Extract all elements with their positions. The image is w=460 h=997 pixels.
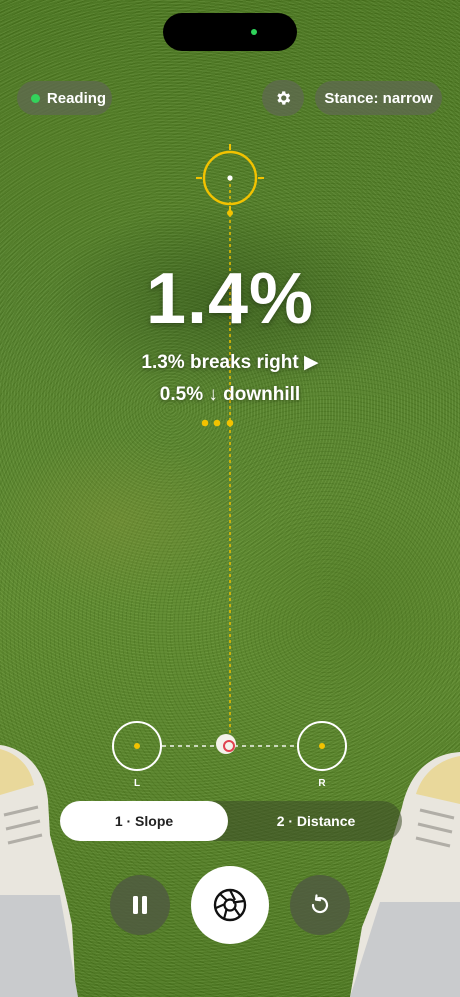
left-shoe: [0, 745, 78, 997]
loading-dots-indicator: [201, 419, 234, 427]
downhill-readout: 0.5% ↓ downhill: [159, 384, 301, 405]
right-shoe: [350, 752, 460, 997]
left-marker: [112, 721, 162, 771]
tab-distance[interactable]: 2 · Distance: [230, 801, 402, 841]
pause-button[interactable]: [110, 875, 170, 935]
reset-button[interactable]: [290, 875, 350, 935]
pause-icon: [133, 896, 147, 914]
mode-segmented-control: 1 · Slope 2 · Distance: [60, 801, 402, 841]
right-marker: [297, 721, 347, 771]
break-readout: 1.3% breaks right ▶: [141, 352, 319, 373]
target-reticle: [196, 144, 264, 212]
left-marker-label: L: [134, 778, 140, 789]
capture-button[interactable]: [191, 866, 269, 944]
right-marker-label: R: [318, 778, 326, 789]
rotate-ccw-icon: [311, 894, 329, 914]
tab-distance-label: 2 · Distance: [276, 813, 356, 829]
slope-readout: 1.4%: [145, 259, 315, 339]
tab-slope-label: 1 · Slope: [114, 813, 174, 829]
target-anchor-dot: [227, 210, 233, 216]
golf-ball-marker: [216, 734, 236, 754]
aperture-icon: [213, 888, 247, 922]
tab-slope[interactable]: 1 · Slope: [60, 801, 228, 841]
